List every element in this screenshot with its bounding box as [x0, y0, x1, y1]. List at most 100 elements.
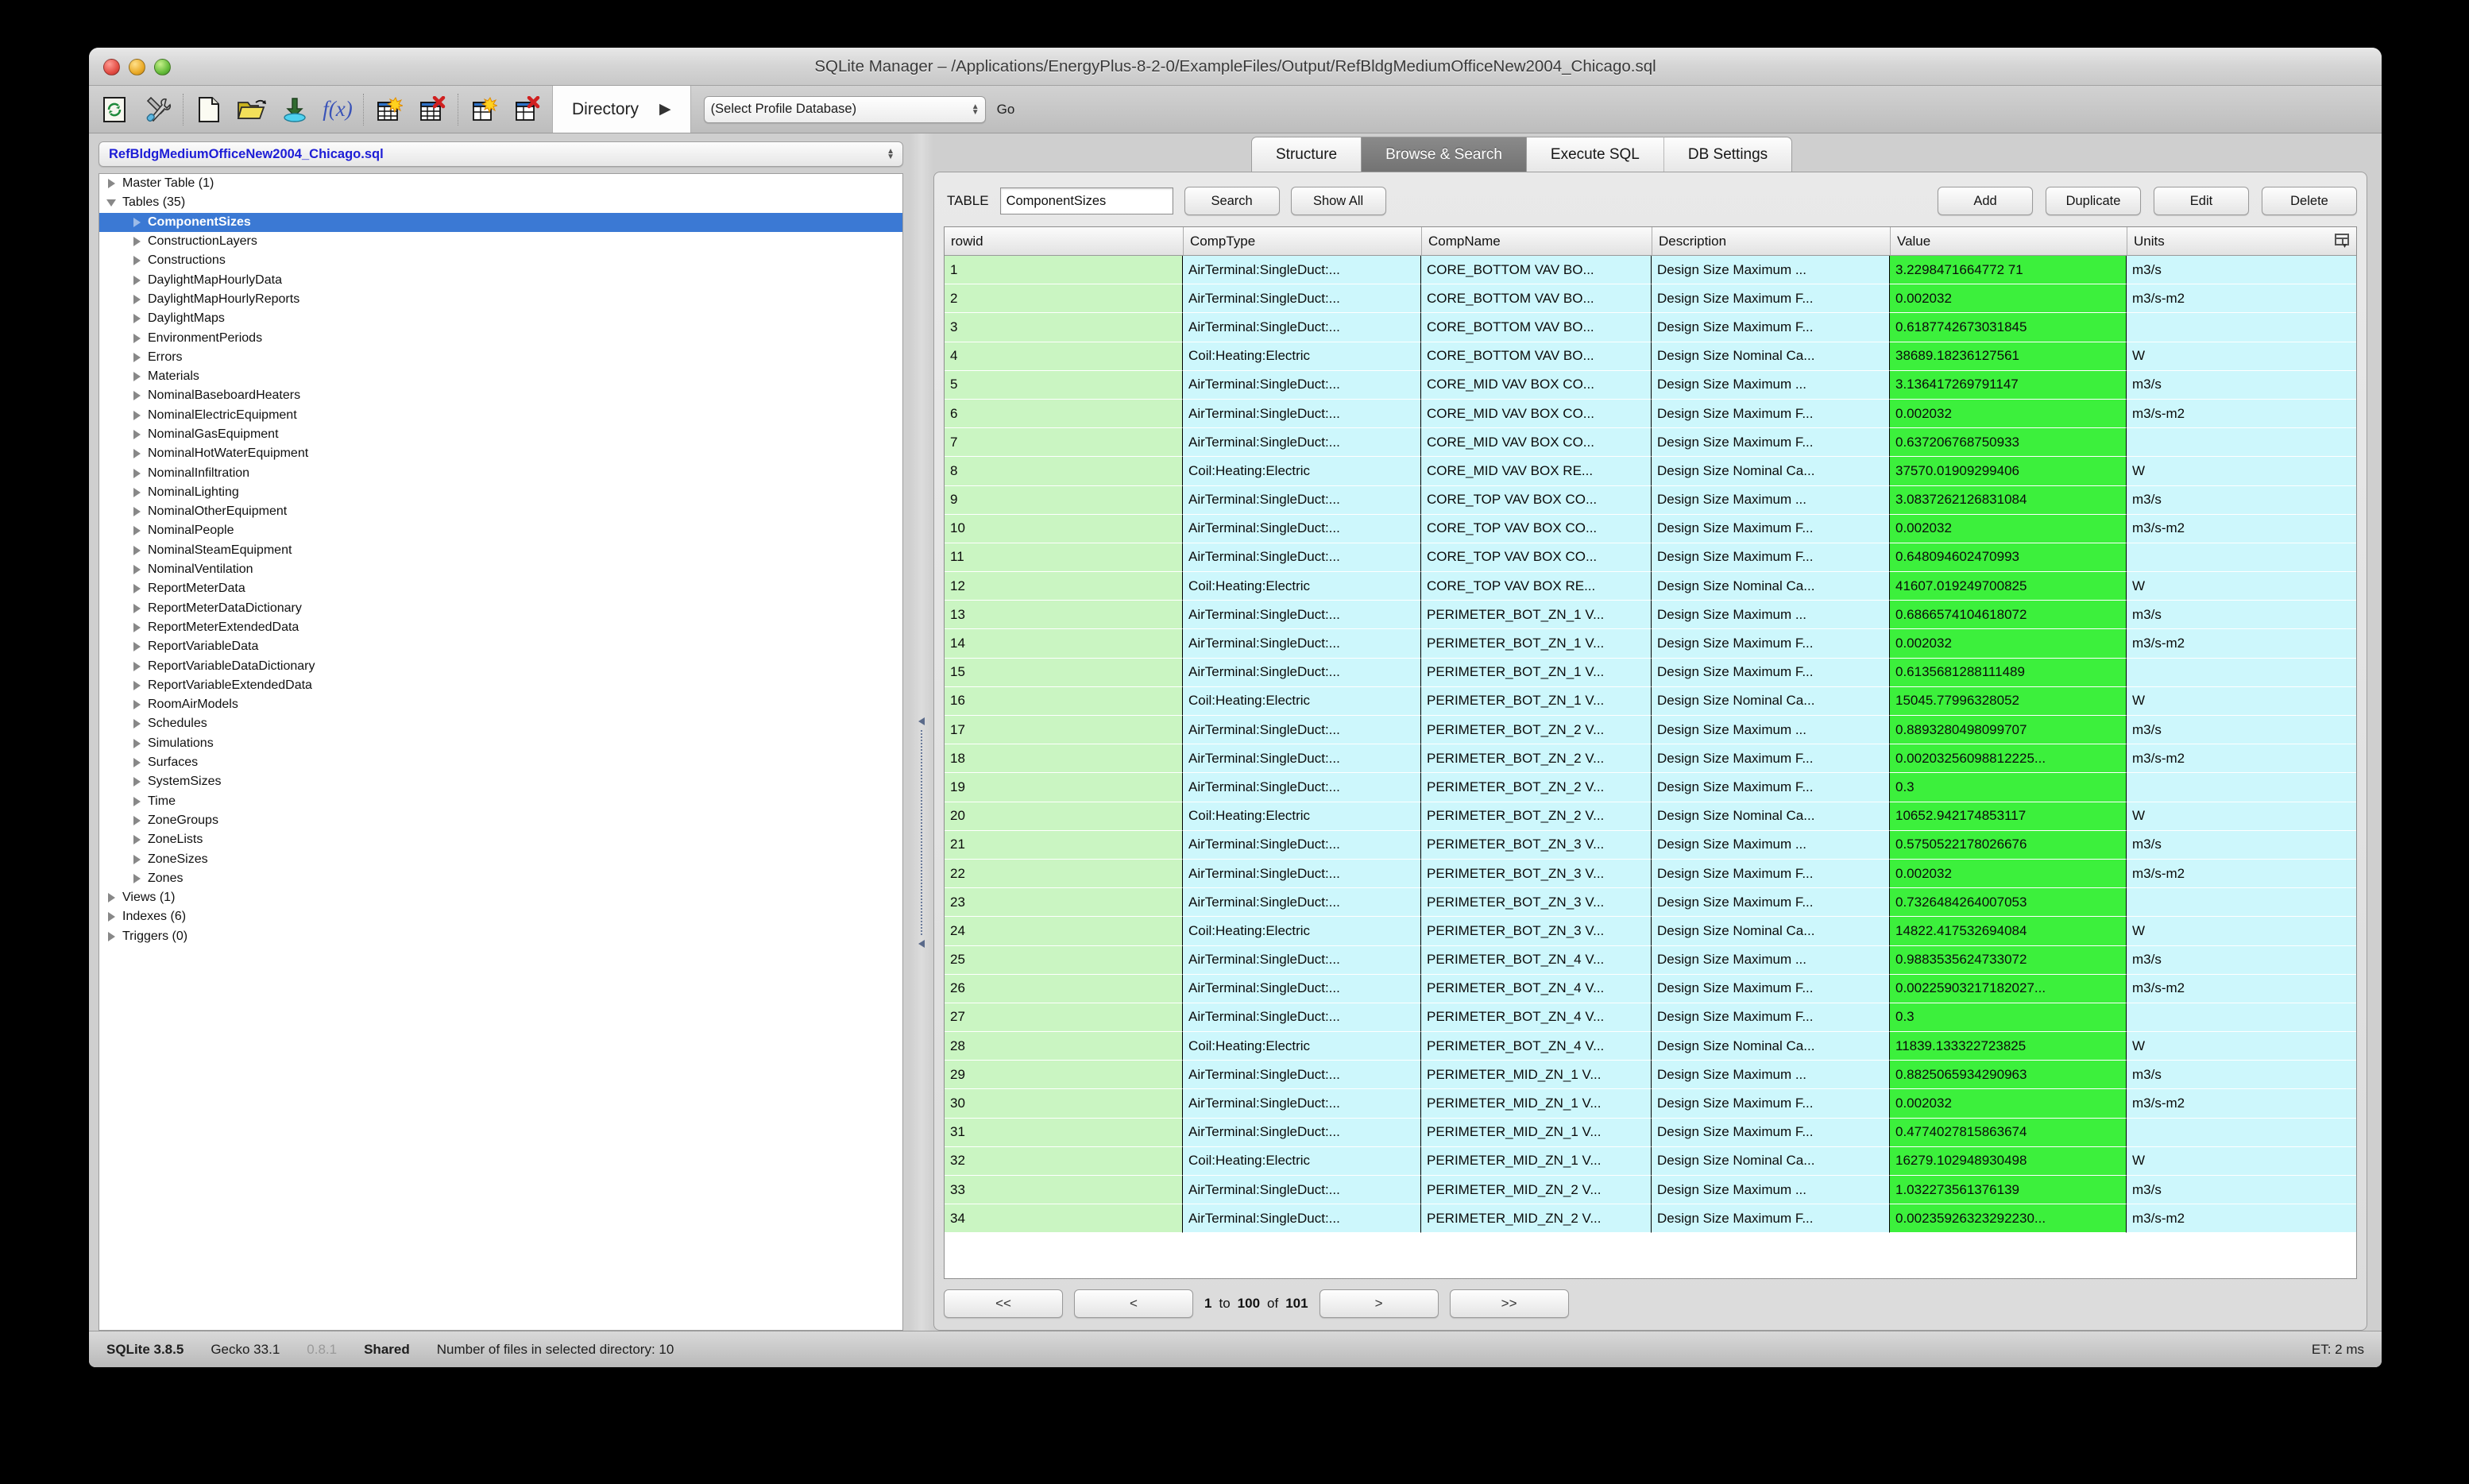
table-cell-value[interactable]: 14822.417532694084	[1890, 917, 2127, 946]
table-cell-description[interactable]: Design Size Maximum ...	[1652, 1176, 1890, 1205]
table-cell-description[interactable]: Design Size Maximum F...	[1652, 773, 1890, 802]
table-cell-value[interactable]: 0.7326484264007053	[1890, 888, 2127, 918]
table-cell-units[interactable]: m3/s-m2	[2127, 744, 2356, 774]
tree-item[interactable]: SystemSizes	[99, 772, 902, 791]
table-cell-rowid[interactable]: 33	[945, 1176, 1183, 1205]
table-cell-units[interactable]: m3/s	[2127, 601, 2356, 630]
table-cell-units[interactable]	[2127, 543, 2356, 573]
table-cell-compname[interactable]: PERIMETER_BOT_ZN_3 V...	[1421, 888, 1652, 918]
table-cell-rowid[interactable]: 1	[945, 256, 1183, 285]
table-cell-comptype[interactable]: AirTerminal:SingleDuct:...	[1183, 399, 1421, 429]
table-cell-compname[interactable]: PERIMETER_BOT_ZN_4 V...	[1421, 974, 1652, 1003]
table-cell-value[interactable]: 41607.019249700825	[1890, 572, 2127, 601]
table-cell-compname[interactable]: CORE_TOP VAV BOX CO...	[1421, 543, 1652, 573]
tree-item[interactable]: NominalVentilation	[99, 560, 902, 579]
table-cell-description[interactable]: Design Size Maximum F...	[1652, 399, 1890, 429]
table-cell-value[interactable]: 0.648094602470993	[1890, 543, 2127, 573]
profile-database-select[interactable]: (Select Profile Database) ▲ ▼	[703, 95, 986, 123]
tree-item[interactable]: RoomAirModels	[99, 695, 902, 714]
chevron-right-icon[interactable]	[131, 468, 142, 479]
table-cell-rowid[interactable]: 24	[945, 917, 1183, 946]
tree-item[interactable]: ReportVariableExtendedData	[99, 676, 902, 695]
table-cell-value[interactable]: 1.032273561376139	[1890, 1176, 2127, 1205]
table-cell-description[interactable]: Design Size Maximum ...	[1652, 1061, 1890, 1090]
table-cell-rowid[interactable]: 29	[945, 1061, 1183, 1090]
table-cell-rowid[interactable]: 26	[945, 974, 1183, 1003]
table-cell-value[interactable]: 3.2298471664772 71	[1890, 256, 2127, 285]
table-cell-rowid[interactable]: 13	[945, 601, 1183, 630]
open-database-icon[interactable]	[234, 92, 269, 127]
chevron-right-icon[interactable]	[106, 931, 117, 942]
table-row[interactable]: 30 AirTerminal:SingleDuct:... PERIMETER_MI…	[945, 1089, 2356, 1119]
table-cell-compname[interactable]: CORE_BOTTOM VAV BO...	[1421, 284, 1652, 314]
table-cell-compname[interactable]: PERIMETER_BOT_ZN_1 V...	[1421, 686, 1652, 716]
table-cell-compname[interactable]: PERIMETER_MID_ZN_2 V...	[1421, 1176, 1652, 1205]
table-cell-rowid[interactable]: 22	[945, 859, 1183, 889]
table-cell-rowid[interactable]: 16	[945, 686, 1183, 716]
table-row[interactable]: 19 AirTerminal:SingleDuct:... PERIMETER_BO…	[945, 773, 2356, 802]
table-cell-rowid[interactable]: 6	[945, 399, 1183, 429]
table-cell-value[interactable]: 0.9883535624733072	[1890, 945, 2127, 975]
table-cell-description[interactable]: Design Size Maximum F...	[1652, 313, 1890, 342]
table-row[interactable]: 8 Coil:Heating:Electric CORE_MID VAV BOX R…	[945, 457, 2356, 486]
table-cell-value[interactable]: 11839.133322723825	[1890, 1032, 2127, 1061]
table-cell-comptype[interactable]: AirTerminal:SingleDuct:...	[1183, 773, 1421, 802]
table-row[interactable]: 1 AirTerminal:SingleDuct:... CORE_BOTTOM V…	[945, 256, 2356, 285]
table-row[interactable]: 9 AirTerminal:SingleDuct:... CORE_TOP VAV …	[945, 485, 2356, 515]
collapse-down-icon[interactable]	[918, 940, 925, 948]
table-row[interactable]: 16 Coil:Heating:Electric PERIMETER_BOT_ZN_…	[945, 686, 2356, 716]
prev-page-button[interactable]: <	[1074, 1289, 1193, 1318]
table-cell-compname[interactable]: PERIMETER_BOT_ZN_2 V...	[1421, 802, 1652, 831]
table-cell-rowid[interactable]: 4	[945, 342, 1183, 371]
table-cell-units[interactable]: W	[2127, 686, 2356, 716]
table-cell-units[interactable]: m3/s-m2	[2127, 629, 2356, 659]
table-cell-rowid[interactable]: 17	[945, 716, 1183, 745]
table-cell-value[interactable]: 0.00225903217182027...	[1890, 974, 2127, 1003]
table-cell-rowid[interactable]: 18	[945, 744, 1183, 774]
table-cell-value[interactable]: 37570.01909299406	[1890, 457, 2127, 486]
table-row[interactable]: 6 AirTerminal:SingleDuct:... CORE_MID VAV …	[945, 399, 2356, 429]
table-cell-rowid[interactable]: 19	[945, 773, 1183, 802]
table-cell-units[interactable]: m3/s	[2127, 1176, 2356, 1205]
chevron-right-icon[interactable]	[131, 680, 142, 691]
table-cell-comptype[interactable]: Coil:Heating:Electric	[1183, 457, 1421, 486]
chevron-right-icon[interactable]	[131, 525, 142, 536]
table-cell-compname[interactable]: CORE_BOTTOM VAV BO...	[1421, 256, 1652, 285]
table-cell-units[interactable]: m3/s-m2	[2127, 1204, 2356, 1234]
table-cell-units[interactable]: m3/s	[2127, 485, 2356, 515]
table-cell-value[interactable]: 0.8893280498099707	[1890, 716, 2127, 745]
table-row[interactable]: 21 AirTerminal:SingleDuct:... PERIMETER_BO…	[945, 830, 2356, 860]
tree-item[interactable]: Master Table (1)	[99, 174, 902, 193]
table-cell-units[interactable]: m3/s-m2	[2127, 1089, 2356, 1119]
splitter-handle[interactable]	[916, 717, 927, 948]
table-cell-rowid[interactable]: 21	[945, 830, 1183, 860]
table-cell-value[interactable]: 0.637206768750933	[1890, 428, 2127, 458]
table-cell-description[interactable]: Design Size Maximum F...	[1652, 1204, 1890, 1234]
column-header[interactable]: Units	[2127, 227, 2356, 255]
table-cell-description[interactable]: Design Size Maximum ...	[1652, 945, 1890, 975]
column-header[interactable]: CompName	[1421, 227, 1652, 255]
table-cell-compname[interactable]: CORE_MID VAV BOX CO...	[1421, 428, 1652, 458]
table-cell-description[interactable]: Design Size Maximum F...	[1652, 658, 1890, 687]
table-cell-units[interactable]: m3/s-m2	[2127, 514, 2356, 543]
table-cell-units[interactable]: W	[2127, 572, 2356, 601]
tree-item[interactable]: NominalBaseboardHeaters	[99, 386, 902, 405]
tree-item[interactable]: Schedules	[99, 714, 902, 733]
table-row[interactable]: 5 AirTerminal:SingleDuct:... CORE_MID VAV …	[945, 370, 2356, 400]
table-cell-compname[interactable]: CORE_BOTTOM VAV BO...	[1421, 342, 1652, 371]
tab-browse-search[interactable]: Browse & Search	[1361, 137, 1527, 172]
table-cell-comptype[interactable]: AirTerminal:SingleDuct:...	[1183, 485, 1421, 515]
table-cell-rowid[interactable]: 3	[945, 313, 1183, 342]
table-cell-rowid[interactable]: 11	[945, 543, 1183, 573]
table-cell-value[interactable]: 0.6866574104618072	[1890, 601, 2127, 630]
chevron-right-icon[interactable]	[131, 873, 142, 884]
tree-item[interactable]: EnvironmentPeriods	[99, 328, 902, 347]
table-cell-description[interactable]: Design Size Maximum ...	[1652, 485, 1890, 515]
chevron-right-icon[interactable]	[131, 564, 142, 575]
table-cell-units[interactable]: W	[2127, 917, 2356, 946]
table-cell-comptype[interactable]: AirTerminal:SingleDuct:...	[1183, 629, 1421, 659]
table-cell-comptype[interactable]: AirTerminal:SingleDuct:...	[1183, 888, 1421, 918]
database-tree[interactable]: Master Table (1) Tables (35) ComponentSize…	[99, 173, 903, 1331]
table-cell-compname[interactable]: CORE_TOP VAV BOX CO...	[1421, 514, 1652, 543]
chevron-right-icon[interactable]	[106, 178, 117, 189]
